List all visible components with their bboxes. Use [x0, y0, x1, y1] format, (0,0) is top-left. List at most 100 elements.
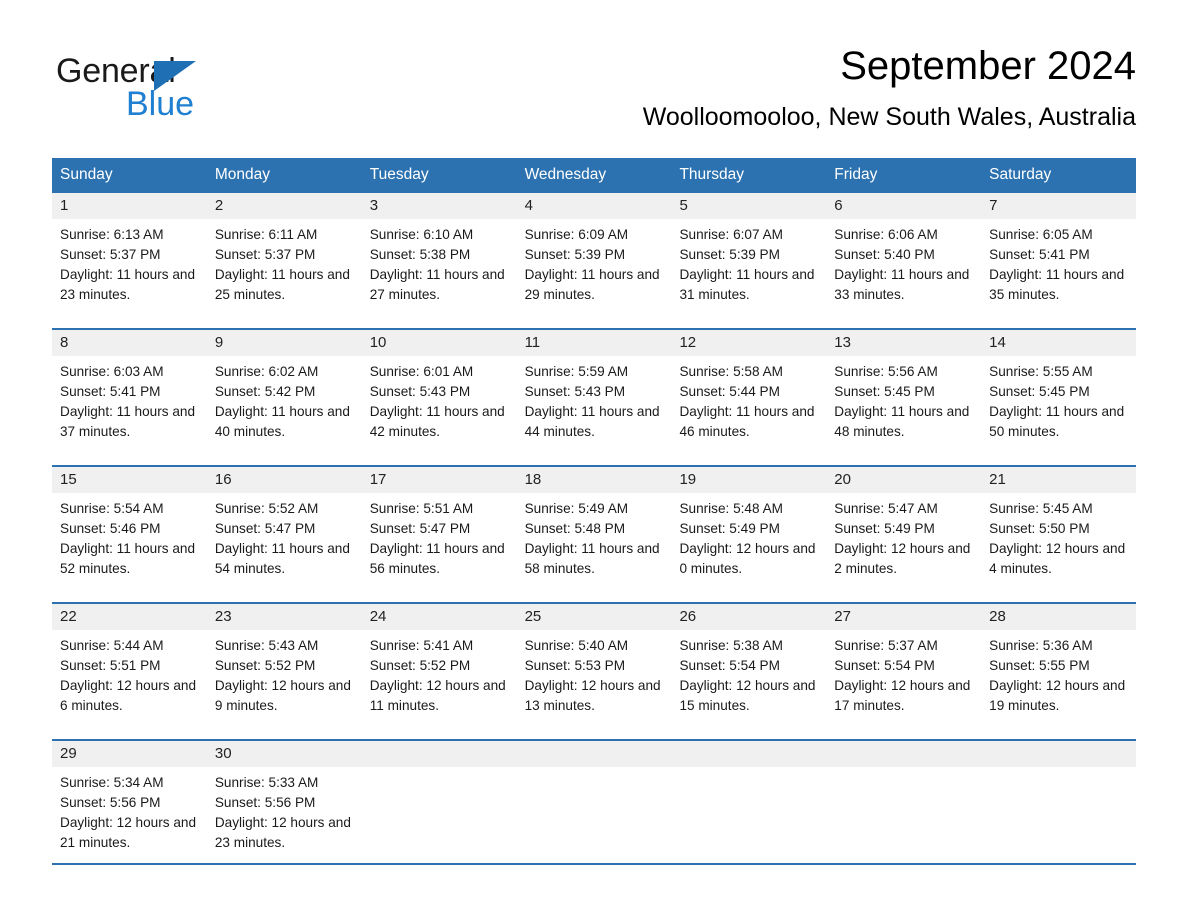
sunset-text: Sunset: 5:41 PM	[989, 247, 1090, 262]
sunrise-text: Sunrise: 5:37 AM	[834, 638, 938, 653]
sunrise-text: Sunrise: 5:58 AM	[679, 364, 783, 379]
sunrise-text: Sunrise: 5:34 AM	[60, 775, 164, 790]
day-cell[interactable]: 4 Sunrise: 6:09 AM Sunset: 5:39 PM Dayli…	[516, 193, 672, 328]
day-cell[interactable]: 17 Sunrise: 5:51 AM Sunset: 5:47 PM Dayl…	[361, 467, 517, 602]
calendar-grid: Sunday Monday Tuesday Wednesday Thursday…	[52, 158, 1137, 865]
day-cell[interactable]: 14 Sunrise: 5:55 AM Sunset: 5:45 PM Dayl…	[981, 330, 1137, 465]
day-details	[826, 767, 981, 783]
day-number: 30	[206, 741, 362, 767]
day-number: 9	[206, 330, 362, 356]
day-cell[interactable]: 11 Sunrise: 5:59 AM Sunset: 5:43 PM Dayl…	[516, 330, 672, 465]
sunset-text: Sunset: 5:56 PM	[214, 795, 316, 810]
day-cell[interactable]: 29 Sunrise: 5:34 AM Sunset: 5:56 PM Dayl…	[52, 741, 207, 863]
sunset-text: Sunset: 5:43 PM	[524, 384, 626, 399]
day-cell[interactable]: 12 Sunrise: 5:58 AM Sunset: 5:44 PM Dayl…	[671, 330, 827, 465]
day-details: Sunrise: 6:02 AM Sunset: 5:42 PM Dayligh…	[207, 356, 362, 452]
day-cell[interactable]: 13 Sunrise: 5:56 AM Sunset: 5:45 PM Dayl…	[826, 330, 982, 465]
title-block: September 2024 Woolloomooloo, New South …	[643, 40, 1136, 134]
daylight-text: Daylight: 11 hours and 58 minutes.	[524, 541, 660, 576]
sunrise-text: Sunrise: 5:54 AM	[60, 501, 164, 516]
day-cell[interactable]: 5 Sunrise: 6:07 AM Sunset: 5:39 PM Dayli…	[671, 193, 827, 328]
weekday-header-sunday: Sunday	[60, 166, 113, 183]
day-number: 13	[826, 330, 982, 356]
sunset-text: Sunset: 5:39 PM	[679, 247, 780, 262]
day-number: 11	[516, 330, 672, 356]
day-details: Sunrise: 5:52 AM Sunset: 5:47 PM Dayligh…	[207, 493, 362, 589]
day-number: 26	[671, 604, 827, 630]
day-details: Sunrise: 5:43 AM Sunset: 5:52 PM Dayligh…	[207, 630, 362, 726]
day-cell[interactable]: 6 Sunrise: 6:06 AM Sunset: 5:40 PM Dayli…	[826, 193, 982, 328]
day-cell[interactable]: 10 Sunrise: 6:01 AM Sunset: 5:43 PM Dayl…	[361, 330, 517, 465]
daylight-text: Daylight: 11 hours and 25 minutes.	[214, 267, 350, 302]
day-cell[interactable]: 24 Sunrise: 5:41 AM Sunset: 5:52 PM Dayl…	[361, 604, 517, 739]
day-number: 23	[206, 604, 362, 630]
day-cell[interactable]: 1 Sunrise: 6:13 AM Sunset: 5:37 PM Dayli…	[52, 193, 207, 328]
day-cell[interactable]: 20 Sunrise: 5:47 AM Sunset: 5:49 PM Dayl…	[826, 467, 982, 602]
day-number: 2	[206, 193, 362, 219]
day-cell[interactable]: 8 Sunrise: 6:03 AM Sunset: 5:41 PM Dayli…	[52, 330, 207, 465]
sunrise-text: Sunrise: 5:38 AM	[679, 638, 783, 653]
sunrise-text: Sunrise: 5:45 AM	[989, 501, 1093, 516]
sunset-text: Sunset: 5:53 PM	[524, 658, 626, 673]
sunset-text: Sunset: 5:47 PM	[369, 521, 471, 536]
day-number: 14	[981, 330, 1137, 356]
day-cell[interactable]: 16 Sunrise: 5:52 AM Sunset: 5:47 PM Dayl…	[206, 467, 362, 602]
sunset-text: Sunset: 5:54 PM	[679, 658, 780, 673]
day-number: 22	[52, 604, 207, 630]
day-cell[interactable]: 22 Sunrise: 5:44 AM Sunset: 5:51 PM Dayl…	[52, 604, 207, 739]
day-cell[interactable]: 21 Sunrise: 5:45 AM Sunset: 5:50 PM Dayl…	[981, 467, 1137, 602]
daylight-text: Daylight: 11 hours and 31 minutes.	[679, 267, 815, 302]
day-cell[interactable]: 19 Sunrise: 5:48 AM Sunset: 5:49 PM Dayl…	[671, 467, 827, 602]
day-details: Sunrise: 5:58 AM Sunset: 5:44 PM Dayligh…	[671, 356, 826, 452]
day-cell[interactable]: 3 Sunrise: 6:10 AM Sunset: 5:38 PM Dayli…	[361, 193, 517, 328]
sunrise-text: Sunrise: 6:01 AM	[369, 364, 474, 379]
day-cell[interactable]: 30 Sunrise: 5:33 AM Sunset: 5:56 PM Dayl…	[206, 741, 362, 863]
day-cell-empty	[671, 741, 827, 863]
sunset-text: Sunset: 5:48 PM	[524, 521, 626, 536]
day-cell[interactable]: 2 Sunrise: 6:11 AM Sunset: 5:37 PM Dayli…	[206, 193, 362, 328]
day-details: Sunrise: 6:11 AM Sunset: 5:37 PM Dayligh…	[207, 219, 362, 315]
sunrise-text: Sunrise: 5:33 AM	[214, 775, 319, 790]
day-cell[interactable]: 18 Sunrise: 5:49 AM Sunset: 5:48 PM Dayl…	[516, 467, 672, 602]
day-number: 25	[516, 604, 672, 630]
sunrise-text: Sunrise: 6:13 AM	[60, 227, 164, 242]
day-number: 20	[826, 467, 982, 493]
sunset-text: Sunset: 5:50 PM	[989, 521, 1090, 536]
week-row: 15 Sunrise: 5:54 AM Sunset: 5:46 PM Dayl…	[52, 465, 1137, 602]
daylight-text: Daylight: 11 hours and 23 minutes.	[60, 267, 196, 302]
day-cell[interactable]: 25 Sunrise: 5:40 AM Sunset: 5:53 PM Dayl…	[516, 604, 672, 739]
day-cell[interactable]: 26 Sunrise: 5:38 AM Sunset: 5:54 PM Dayl…	[671, 604, 827, 739]
page-title: September 2024	[840, 44, 1136, 88]
day-cell[interactable]: 15 Sunrise: 5:54 AM Sunset: 5:46 PM Dayl…	[52, 467, 207, 602]
day-cell[interactable]: 23 Sunrise: 5:43 AM Sunset: 5:52 PM Dayl…	[206, 604, 362, 739]
sunrise-text: Sunrise: 5:52 AM	[214, 501, 319, 516]
daylight-text: Daylight: 11 hours and 44 minutes.	[524, 404, 660, 439]
weekday-header-thursday: Thursday	[679, 166, 745, 183]
sunrise-text: Sunrise: 6:10 AM	[369, 227, 474, 242]
day-number: 15	[52, 467, 207, 493]
day-details: Sunrise: 5:34 AM Sunset: 5:56 PM Dayligh…	[52, 767, 207, 863]
day-cell[interactable]: 7 Sunrise: 6:05 AM Sunset: 5:41 PM Dayli…	[981, 193, 1137, 328]
day-details	[981, 767, 1136, 783]
day-details: Sunrise: 6:09 AM Sunset: 5:39 PM Dayligh…	[517, 219, 672, 315]
day-number: 29	[52, 741, 207, 767]
day-number: 24	[361, 604, 517, 630]
sunrise-text: Sunrise: 6:05 AM	[989, 227, 1093, 242]
calendar-page: General Blue September 2024 Woolloomoolo…	[0, 0, 1188, 918]
day-details: Sunrise: 5:55 AM Sunset: 5:45 PM Dayligh…	[981, 356, 1136, 452]
day-cell[interactable]: 9 Sunrise: 6:02 AM Sunset: 5:42 PM Dayli…	[206, 330, 362, 465]
sunset-text: Sunset: 5:45 PM	[834, 384, 935, 399]
sunset-text: Sunset: 5:56 PM	[60, 795, 161, 810]
day-details: Sunrise: 5:36 AM Sunset: 5:55 PM Dayligh…	[981, 630, 1136, 726]
day-cell[interactable]: 28 Sunrise: 5:36 AM Sunset: 5:55 PM Dayl…	[981, 604, 1137, 739]
daylight-text: Daylight: 12 hours and 6 minutes.	[60, 678, 197, 713]
day-cell[interactable]: 27 Sunrise: 5:37 AM Sunset: 5:54 PM Dayl…	[826, 604, 982, 739]
day-number: 17	[361, 467, 517, 493]
sunset-text: Sunset: 5:49 PM	[834, 521, 935, 536]
daylight-text: Daylight: 11 hours and 50 minutes.	[989, 404, 1125, 439]
daylight-text: Daylight: 11 hours and 48 minutes.	[834, 404, 970, 439]
sunset-text: Sunset: 5:46 PM	[60, 521, 161, 536]
sunrise-text: Sunrise: 5:41 AM	[369, 638, 474, 653]
grid-bottom-border	[52, 863, 1136, 865]
day-cell-empty	[826, 741, 982, 863]
